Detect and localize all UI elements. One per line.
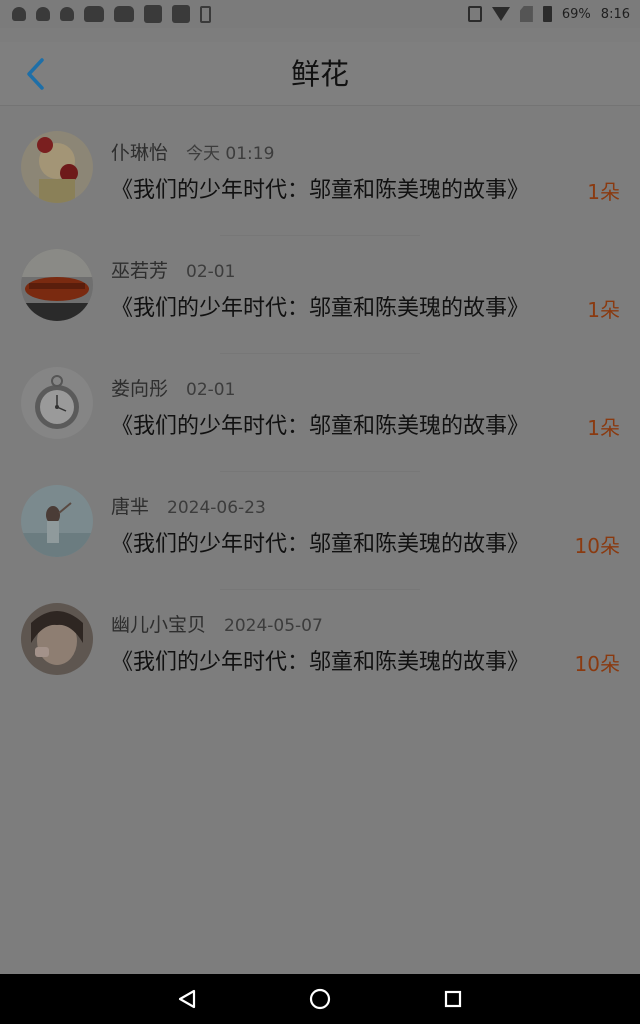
flower-count: 1朵 (587, 416, 620, 440)
user-name: 唐芈 (111, 496, 150, 518)
book-title: 《我们的少年时代：邬童和陈美瑰的故事》 (111, 178, 530, 203)
timestamp: 2024-05-07 (224, 616, 323, 636)
vibrate-icon (467, 6, 482, 22)
flower-count: 10朵 (574, 534, 620, 558)
book-title: 《我们的少年时代：邬童和陈美瑰的故事》 (111, 414, 530, 439)
user-name: 巫若芳 (111, 260, 169, 282)
timestamp: 今天 01:19 (186, 144, 275, 164)
page-title: 鲜花 (290, 57, 349, 91)
nav-recents-button[interactable] (433, 979, 473, 1019)
status-bar: 69% 8:16 (0, 0, 640, 28)
qq-notification-icon (36, 7, 50, 21)
phone-notification-icon (200, 5, 211, 23)
flower-count: 1朵 (587, 298, 620, 322)
system-nav-bar (0, 974, 640, 1024)
system-status: 69% 8:16 (467, 6, 630, 22)
flower-count: 10朵 (574, 652, 620, 676)
flower-record-list: 仆琳怡 今天 01:19 《我们的少年时代：邬童和陈美瑰的故事》 1朵 巫若芳 … (0, 118, 640, 708)
avatar (21, 485, 93, 557)
item-header: 仆琳怡 今天 01:19 (111, 138, 274, 164)
list-item[interactable]: 巫若芳 02-01 《我们的少年时代：邬童和陈美瑰的故事》 1朵 (0, 236, 640, 354)
battery-icon (542, 6, 552, 22)
item-header: 幽儿小宝贝 2024-05-07 (111, 610, 323, 636)
wifi-icon (491, 7, 510, 21)
app-notification-icon (172, 5, 190, 23)
timestamp: 02-01 (186, 262, 236, 282)
no-sim-icon (519, 6, 533, 22)
list-item[interactable]: 唐芈 2024-06-23 《我们的少年时代：邬童和陈美瑰的故事》 10朵 (0, 472, 640, 590)
item-header: 唐芈 2024-06-23 (111, 492, 266, 518)
qq-notification-icon (60, 7, 74, 21)
battery-percent: 69% (561, 6, 591, 22)
timestamp: 2024-06-23 (167, 498, 266, 518)
timestamp: 02-01 (186, 380, 236, 400)
book-title: 《我们的少年时代：邬童和陈美瑰的故事》 (111, 532, 530, 557)
triangle-back-icon (178, 989, 195, 1009)
list-item[interactable]: 仆琳怡 今天 01:19 《我们的少年时代：邬童和陈美瑰的故事》 1朵 (0, 118, 640, 236)
notification-icons (12, 5, 211, 23)
book-title: 《我们的少年时代：邬童和陈美瑰的故事》 (111, 296, 530, 321)
avatar (21, 367, 93, 439)
item-header: 娄向彤 02-01 (111, 374, 235, 400)
robot-notification-icon (84, 6, 104, 22)
circle-home-icon (309, 988, 331, 1010)
avatar (21, 131, 93, 203)
flower-count: 1朵 (587, 180, 620, 204)
item-header: 巫若芳 02-01 (111, 256, 235, 282)
avatar (21, 249, 93, 321)
avatar (21, 603, 93, 675)
list-item[interactable]: 娄向彤 02-01 《我们的少年时代：邬童和陈美瑰的故事》 1朵 (0, 354, 640, 472)
user-name: 娄向彤 (111, 378, 169, 400)
square-recents-icon (445, 990, 462, 1008)
nav-back-button[interactable] (167, 979, 207, 1019)
user-name: 幽儿小宝贝 (111, 614, 207, 636)
robot-notification-icon (114, 6, 134, 22)
user-name: 仆琳怡 (111, 142, 169, 164)
book-title: 《我们的少年时代：邬童和陈美瑰的故事》 (111, 650, 530, 675)
nav-home-button[interactable] (300, 979, 340, 1019)
app-notification-icon (144, 5, 162, 23)
clock: 8:16 (600, 6, 630, 22)
qq-notification-icon (12, 7, 26, 21)
app-header: 鲜花 (0, 42, 640, 106)
list-item[interactable]: 幽儿小宝贝 2024-05-07 《我们的少年时代：邬童和陈美瑰的故事》 10朵 (0, 590, 640, 708)
